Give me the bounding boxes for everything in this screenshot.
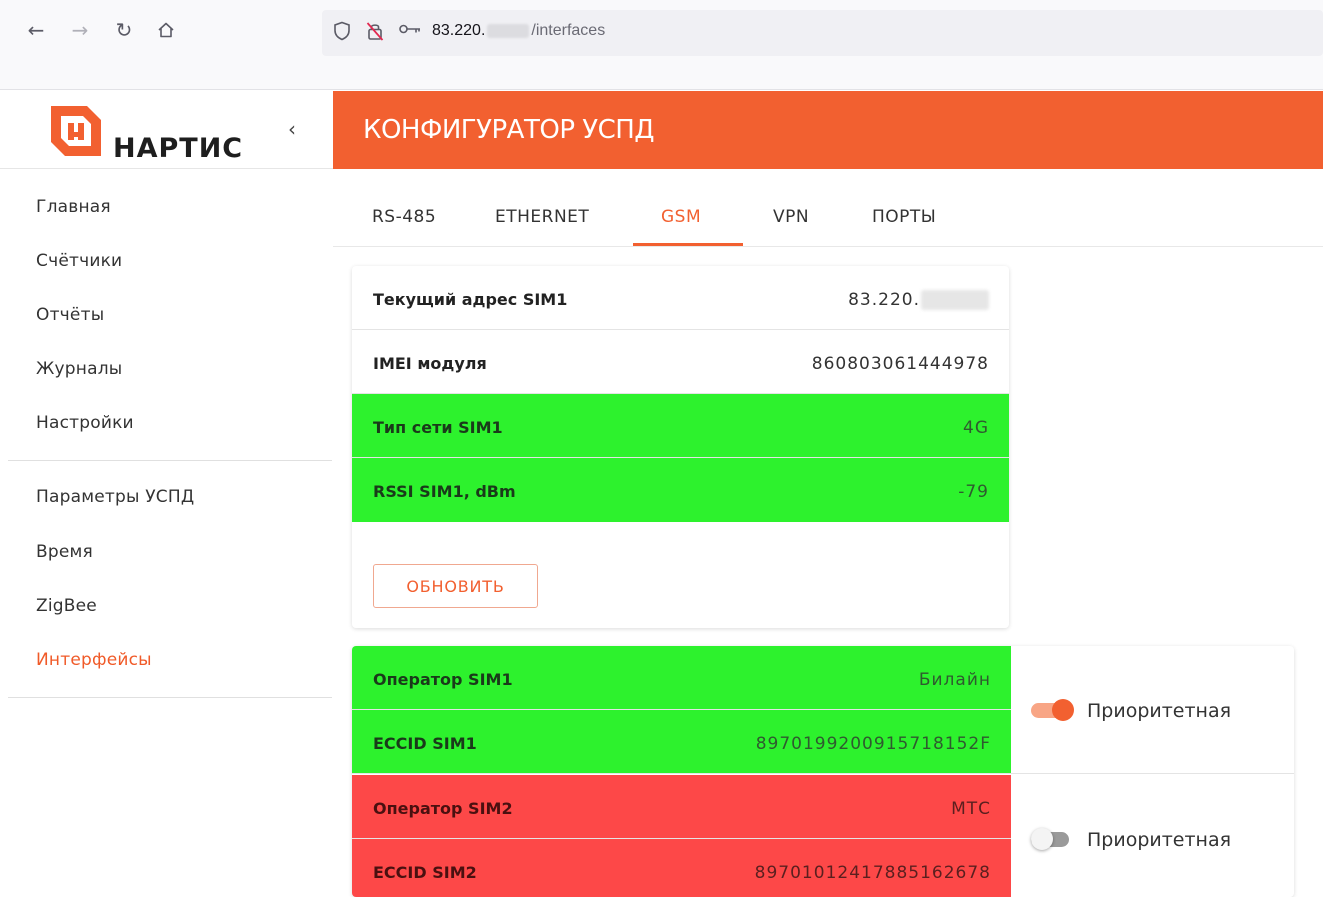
sidebar-divider xyxy=(8,697,332,698)
status-row-rssi: RSSI SIM1, dBm -79 xyxy=(352,458,1009,522)
sidebar-item-reports[interactable]: Отчёты xyxy=(36,305,104,325)
gsm-status-card: Текущий адрес SIM1 83.220. IMEI модуля 8… xyxy=(352,266,1009,628)
status-row-imei: IMEI модуля 860803061444978 xyxy=(352,330,1009,394)
sidebar-item-settings[interactable]: Настройки xyxy=(36,413,134,433)
sim2-priority-toggle[interactable] xyxy=(1031,828,1073,850)
row-value: 8970199200915718152F xyxy=(755,734,991,754)
sim1-priority-label: Приоритетная xyxy=(1087,700,1232,722)
row-value: 860803061444978 xyxy=(811,354,989,374)
tab-ethernet[interactable]: ETHERNET xyxy=(495,207,589,227)
row-value: Билайн xyxy=(918,670,991,690)
row-value: 89701012417885162678 xyxy=(754,863,991,883)
ip-redacted xyxy=(921,290,989,310)
sidebar-item-uspd-params[interactable]: Параметры УСПД xyxy=(36,487,194,507)
sim-card-panel: Оператор SIM1 Билайн ECCID SIM1 89701992… xyxy=(352,646,1294,897)
toggle-knob xyxy=(1052,699,1074,721)
ip-prefix: 83.220. xyxy=(848,290,920,310)
row-value: МТС xyxy=(951,799,991,819)
tab-vpn[interactable]: VPN xyxy=(773,207,809,227)
reload-icon[interactable]: ↻ xyxy=(110,16,138,44)
tab-gsm[interactable]: GSM xyxy=(661,207,701,227)
tab-ports[interactable]: ПОРТЫ xyxy=(872,207,936,227)
row-value: -79 xyxy=(958,482,989,502)
chevron-left-icon[interactable]: ‹ xyxy=(288,117,296,141)
refresh-button[interactable]: ОБНОВИТЬ xyxy=(373,564,538,608)
sidebar-item-zigbee[interactable]: ZigBee xyxy=(36,596,97,616)
sidebar-item-logs[interactable]: Журналы xyxy=(36,359,122,379)
url-path: /interfaces xyxy=(531,22,606,39)
app-header: КОНФИГУРАТОР УСПД xyxy=(333,91,1323,169)
key-icon[interactable] xyxy=(398,21,422,41)
tab-rs485[interactable]: RS-485 xyxy=(372,207,436,227)
active-tab-indicator xyxy=(633,243,743,246)
row-label: ECCID SIM2 xyxy=(373,863,477,882)
sidebar-item-home[interactable]: Главная xyxy=(36,197,111,217)
home-icon[interactable] xyxy=(152,16,180,44)
sim2-operator-row: Оператор SIM2 МТС xyxy=(352,775,1011,839)
sim1-operator-row: Оператор SIM1 Билайн xyxy=(352,646,1011,710)
insecure-connection-icon[interactable] xyxy=(366,21,384,45)
row-label: Тип сети SIM1 xyxy=(373,418,503,437)
sim1-eccid-row: ECCID SIM1 8970199200915718152F xyxy=(352,710,1011,774)
row-label: Текущий адрес SIM1 xyxy=(373,290,568,309)
url-host: 83.220. xyxy=(432,22,486,39)
tracking-shield-icon[interactable] xyxy=(333,21,351,45)
row-label: RSSI SIM1, dBm xyxy=(373,482,516,501)
sim2-priority-cell: Приоритетная xyxy=(1011,775,1294,897)
page-title: КОНФИГУРАТОР УСПД xyxy=(363,115,655,145)
row-label: Оператор SIM1 xyxy=(373,670,513,689)
status-row-network-type: Тип сети SIM1 4G xyxy=(352,394,1009,458)
sidebar-item-time[interactable]: Время xyxy=(36,542,93,562)
status-row-sim1-address: Текущий адрес SIM1 83.220. xyxy=(352,266,1009,330)
url-redacted xyxy=(487,23,530,38)
logo-area: НАРТИС ‹ xyxy=(0,91,333,169)
sim1-priority-toggle[interactable] xyxy=(1031,699,1074,721)
row-label: ECCID SIM1 xyxy=(373,734,477,753)
interface-tabs: RS-485 ETHERNET GSM VPN ПОРТЫ xyxy=(333,169,1323,247)
nartis-logo-icon xyxy=(51,106,101,156)
row-label: Оператор SIM2 xyxy=(373,799,513,818)
sidebar: НАРТИС ‹ Главная Счётчики Отчёты Журналы… xyxy=(0,91,333,897)
row-value: 83.220. xyxy=(848,290,989,310)
sidebar-item-meters[interactable]: Счётчики xyxy=(36,251,122,271)
url-text[interactable]: 83.220. /interfaces xyxy=(432,22,605,40)
sidebar-divider xyxy=(8,460,332,461)
row-value: 4G xyxy=(963,418,989,438)
sim2-priority-label: Приоритетная xyxy=(1087,829,1232,851)
row-label: IMEI модуля xyxy=(373,354,487,373)
sim1-priority-cell: Приоритетная xyxy=(1011,646,1294,774)
sim2-eccid-row: ECCID SIM2 89701012417885162678 xyxy=(352,839,1011,897)
sidebar-item-interfaces[interactable]: Интерфейсы xyxy=(36,650,152,670)
toggle-knob xyxy=(1031,828,1053,850)
logo-text: НАРТИС xyxy=(113,133,244,164)
back-arrow-icon[interactable]: ← xyxy=(22,16,50,44)
browser-toolbar: ← → ↻ 83.220. /interfaces xyxy=(0,0,1323,90)
forward-arrow-icon[interactable]: → xyxy=(66,16,94,44)
